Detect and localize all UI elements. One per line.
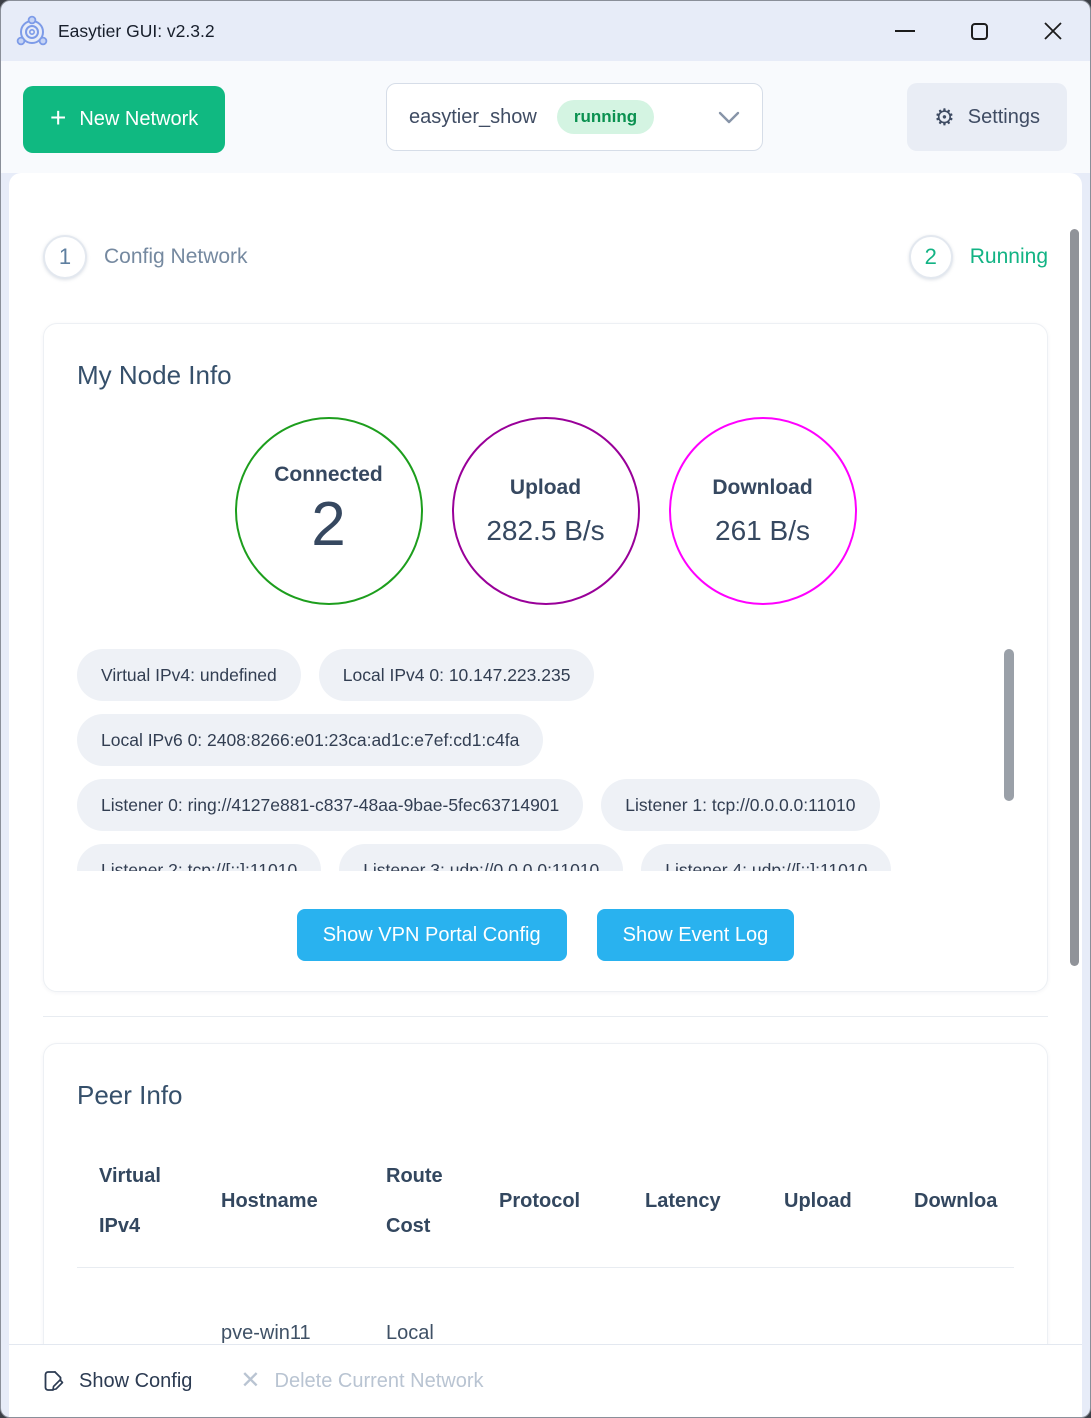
window-controls: [868, 1, 1090, 61]
main-content: 1 Config Network 2 Running My Node Info …: [9, 173, 1082, 1344]
tag-local-ipv6: Local IPv6 0: 2408:8266:e01:23ca:ad1c:e7…: [77, 714, 543, 766]
step-config-network: 1 Config Network: [43, 235, 248, 279]
cell-hostname: pve-win11: [221, 1322, 386, 1344]
show-event-log-button[interactable]: Show Event Log: [597, 909, 795, 961]
step1-label: Config Network: [104, 245, 248, 269]
main-panel: 1 Config Network 2 Running My Node Info …: [9, 173, 1082, 1417]
col-route-cost: Route Cost: [386, 1151, 499, 1251]
new-network-label: New Network: [79, 108, 198, 131]
delete-network-label: Delete Current Network: [275, 1370, 484, 1393]
col-protocol: Protocol: [499, 1176, 645, 1226]
peer-info-title: Peer Info: [77, 1080, 1014, 1111]
show-config-icon: [41, 1369, 65, 1393]
close-icon: [1043, 21, 1063, 41]
cell-route-cost: Local: [386, 1322, 499, 1344]
col-upload: Upload: [784, 1176, 914, 1226]
delete-icon: ✕: [240, 1369, 260, 1393]
node-buttons: Show VPN Portal Config Show Event Log: [77, 909, 1014, 961]
connected-stat-circle: Connected 2: [235, 417, 423, 605]
step1-number: 1: [43, 235, 87, 279]
node-stats: Connected 2 Upload 282.5 B/s Download 26…: [77, 417, 1014, 605]
upload-label: Upload: [510, 476, 581, 500]
gear-icon: ⚙: [934, 106, 955, 129]
peer-table-divider: [77, 1267, 1014, 1268]
network-status-badge: running: [557, 100, 654, 134]
connected-value: 2: [311, 489, 345, 560]
minimize-button[interactable]: [868, 1, 942, 61]
peer-table-row: pve-win11 Local: [77, 1322, 1014, 1344]
app-window: Easytier GUI: v2.3.2 + New Network easyt…: [0, 0, 1091, 1418]
tag-local-ipv4: Local IPv4 0: 10.147.223.235: [319, 649, 595, 701]
tag-virtual-ipv4: Virtual IPv4: undefined: [77, 649, 301, 701]
titlebar: Easytier GUI: v2.3.2: [1, 1, 1090, 61]
download-value: 261 B/s: [715, 515, 810, 547]
delete-current-network-button[interactable]: ✕ Delete Current Network: [240, 1369, 483, 1393]
show-vpn-portal-config-button[interactable]: Show VPN Portal Config: [297, 909, 567, 961]
step2-label: Running: [970, 245, 1048, 269]
app-logo-icon: [15, 14, 49, 48]
network-select[interactable]: easytier_show running: [386, 83, 763, 151]
show-config-label: Show Config: [79, 1370, 192, 1393]
col-download: Downloa: [914, 1176, 1015, 1226]
node-info-card: My Node Info Connected 2 Upload 282.5 B/…: [43, 323, 1048, 992]
window-title: Easytier GUI: v2.3.2: [58, 21, 215, 42]
chevron-down-icon: [718, 111, 740, 124]
tag-listener-4: Listener 4: udp://[::]:11010: [641, 844, 891, 871]
upload-value: 282.5 B/s: [486, 515, 604, 547]
footer-bar: Show Config ✕ Delete Current Network: [9, 1344, 1082, 1417]
maximize-button[interactable]: [942, 1, 1016, 61]
download-label: Download: [712, 476, 812, 500]
tags-scrollbar[interactable]: [1004, 649, 1014, 801]
step-running: 2 Running: [909, 235, 1048, 279]
minimize-icon: [895, 30, 915, 32]
node-tags-list: Virtual IPv4: undefined Local IPv4 0: 10…: [77, 649, 1014, 871]
maximize-icon: [971, 23, 988, 40]
connected-label: Connected: [274, 463, 383, 487]
window-scrollbar[interactable]: [1070, 229, 1079, 966]
download-stat-circle: Download 261 B/s: [669, 417, 857, 605]
tag-listener-0: Listener 0: ring://4127e881-c837-48aa-9b…: [77, 779, 583, 831]
toolbar: + New Network easytier_show running ⚙ Se…: [1, 61, 1090, 173]
peer-table-header: Virtual IPv4 Hostname Route Cost Protoco…: [77, 1151, 1014, 1251]
col-latency: Latency: [645, 1176, 784, 1226]
tag-listener-2: Listener 2: tcp://[::]:11010: [77, 844, 321, 871]
col-virtual-ipv4: Virtual IPv4: [99, 1151, 221, 1251]
step-indicators: 1 Config Network 2 Running: [43, 235, 1048, 279]
node-info-title: My Node Info: [77, 360, 1014, 391]
section-divider: [43, 1016, 1048, 1017]
new-network-button[interactable]: + New Network: [23, 86, 225, 153]
peer-info-card: Peer Info Virtual IPv4 Hostname Route Co…: [43, 1043, 1048, 1344]
col-hostname: Hostname: [221, 1176, 386, 1226]
network-select-value: easytier_show: [409, 106, 537, 129]
show-config-button[interactable]: Show Config: [41, 1369, 192, 1393]
plus-icon: +: [50, 104, 66, 132]
tag-listener-3: Listener 3: udp://0.0.0.0:11010: [339, 844, 623, 871]
upload-stat-circle: Upload 282.5 B/s: [452, 417, 640, 605]
close-button[interactable]: [1016, 1, 1090, 61]
tag-listener-1: Listener 1: tcp://0.0.0.0:11010: [601, 779, 879, 831]
settings-button[interactable]: ⚙ Settings: [907, 83, 1067, 151]
settings-label: Settings: [968, 106, 1040, 129]
step2-number: 2: [909, 235, 953, 279]
